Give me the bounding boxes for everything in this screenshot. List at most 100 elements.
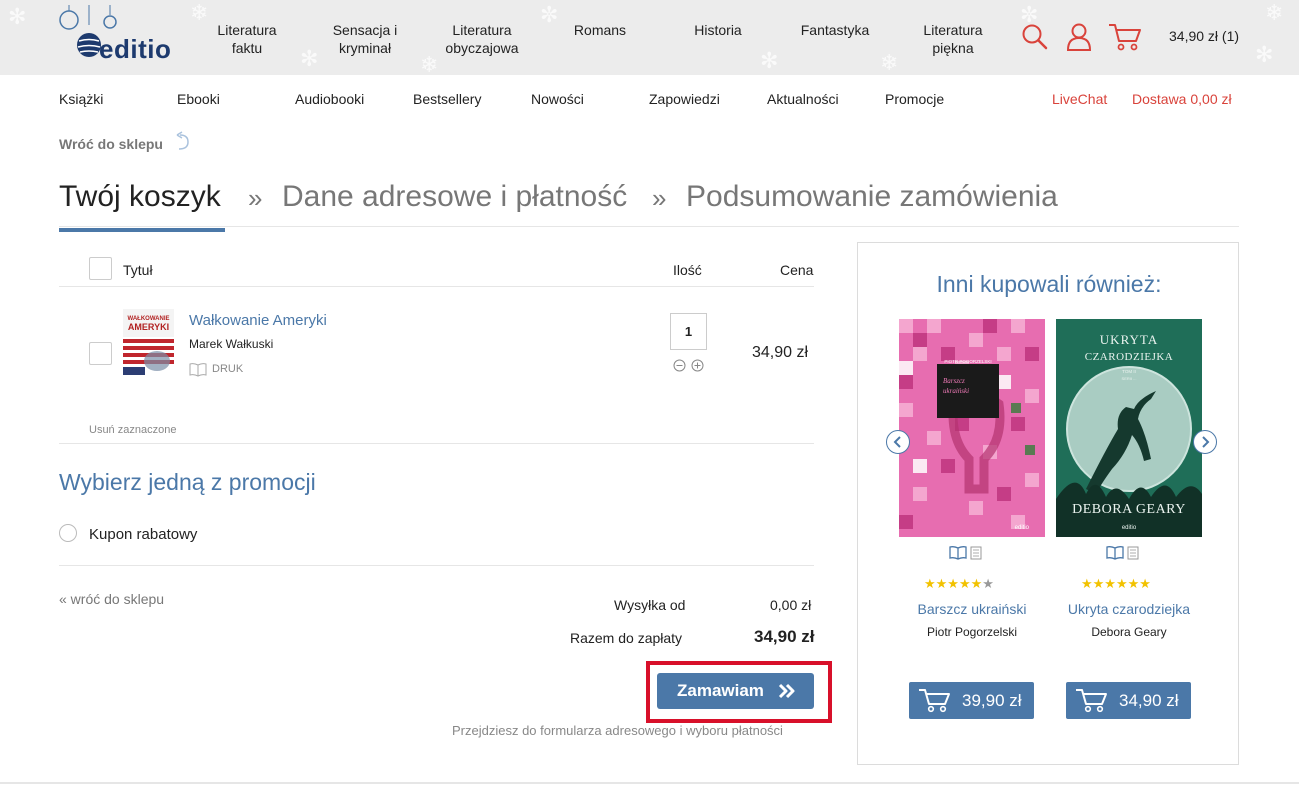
snowflake-decoration: ❄ [190, 0, 209, 25]
rec-author-2: Debora Geary [1091, 625, 1167, 639]
table-divider [59, 286, 814, 287]
step-separator: » [248, 183, 263, 213]
chevron-left-icon [893, 436, 901, 448]
snowflake-decoration: ❄ [420, 52, 439, 76]
section-divider [59, 565, 814, 566]
category-literatura-faktu[interactable]: Literatura faktu [210, 21, 284, 57]
category-label: Romans [573, 22, 627, 38]
nav-promocje[interactable]: Promocje [885, 91, 944, 107]
back-to-shop-link[interactable]: Wróć do sklepu [59, 136, 163, 152]
svg-text:SERII ...: SERII ... [1122, 376, 1137, 381]
nav-bestsellery[interactable]: Bestsellery [413, 91, 481, 107]
user-icon[interactable] [1066, 22, 1092, 52]
coupon-label[interactable]: Kupon rabatowy [89, 526, 197, 543]
book-cover-barszcz-ukrainski[interactable]: PIOTR POGORZELSKI Barszcz ukraiński edit… [899, 319, 1045, 537]
rec-author-1: Piotr Pogorzelski [926, 625, 1018, 639]
nav-audiobooki[interactable]: Audiobooki [295, 91, 364, 107]
cart-icon [919, 689, 950, 713]
category-romans[interactable]: Romans [565, 21, 635, 39]
rec-price-2: 34,90 zł [1119, 691, 1179, 710]
snowflake-decoration: ✻ [760, 48, 779, 73]
column-price: Cena [780, 262, 814, 278]
coupon-radio[interactable] [59, 524, 77, 542]
editio-logo[interactable]: editio [59, 5, 189, 65]
category-label: Literatura [452, 22, 512, 38]
category-label: obyczajowa [445, 40, 519, 56]
chevron-right-icon [1202, 436, 1210, 448]
svg-text:ukraiński: ukraiński [943, 387, 969, 395]
carousel-prev-button[interactable] [886, 430, 910, 454]
recommendations-heading: Inni kupowali również: [936, 271, 1162, 297]
category-label: faktu [231, 40, 263, 56]
double-chevron-right-icon [778, 683, 795, 699]
product-format: DRUK [212, 363, 244, 375]
minus-icon[interactable] [673, 359, 686, 372]
category-label: Fantastyka [800, 22, 870, 38]
nav-nowosci[interactable]: Nowości [531, 91, 584, 107]
svg-text:TOM II: TOM II [1122, 369, 1136, 374]
product-author: Marek Wałkuski [189, 337, 274, 351]
snowflake-decoration: ❄ [880, 50, 899, 75]
snowflake-decoration: ❄ [1265, 0, 1284, 25]
step-cart: Twój koszyk [59, 180, 221, 213]
category-fantastyka[interactable]: Fantastyka [795, 21, 875, 39]
rec-price-1: 39,90 zł [962, 691, 1022, 710]
product-title-link[interactable]: Wałkowanie Ameryki [189, 312, 327, 329]
category-literatura-piekna[interactable]: Literatura piękna [915, 21, 991, 57]
category-label: Literatura [217, 22, 277, 38]
plus-icon[interactable] [691, 359, 704, 372]
remove-selected-link[interactable]: Usuń zaznaczone [89, 424, 176, 436]
add-to-cart-button-2[interactable]: 34,90 zł [1066, 682, 1191, 719]
shipping-label: Wysyłka od [614, 597, 686, 613]
cart-summary[interactable]: 34,90 zł (1) [1169, 28, 1239, 44]
order-button[interactable]: Zamawiam [657, 673, 814, 709]
svg-text:Barszcz: Barszcz [943, 377, 965, 385]
snowflake-decoration: ✻ [300, 46, 319, 71]
format-icons-book-1 [949, 546, 982, 560]
book-cover-walkowanie-ameryki[interactable]: WAŁKOWANIE AMERYKI [123, 309, 174, 375]
nav-ksiazki[interactable]: Książki [59, 91, 103, 107]
steps-divider [59, 226, 1239, 227]
svg-text:editio: editio [1015, 525, 1030, 531]
category-sensacja-kryminal[interactable]: Sensacja i kryminał [325, 21, 405, 57]
book-cover-ukryta-czarodziejka[interactable]: UKRYTA CZARODZIEJKA TOM II SERII ... DEB… [1056, 319, 1202, 537]
delivery-info[interactable]: Dostawa 0,00 zł [1132, 91, 1232, 107]
nav-zapowiedzi[interactable]: Zapowiedzi [649, 91, 720, 107]
product-price: 34,90 zł [752, 344, 809, 361]
category-historia[interactable]: Historia [683, 21, 753, 39]
category-literatura-obyczajowa[interactable]: Literatura obyczajowa [440, 21, 524, 57]
back-to-shop-bottom-link[interactable]: « wróć do sklepu [59, 591, 164, 607]
step-address-payment: Dane adresowe i płatność [282, 180, 628, 213]
rating-stars-book-2: ★★★★★★ [1081, 576, 1151, 591]
nav-aktualnosci[interactable]: Aktualności [767, 91, 839, 107]
carousel-next-button[interactable] [1193, 430, 1217, 454]
livechat-link[interactable]: LiveChat [1052, 91, 1107, 107]
top-header: ✻ ✻ ✼ ✻ ✼ ✻ ❄ ❄ ❄ ❄ editio Literatura fa… [0, 0, 1299, 75]
snowflake-decoration: ✻ [8, 4, 27, 29]
svg-text:CZARODZIEJKA: CZARODZIEJKA [1085, 351, 1174, 363]
quantity-input[interactable]: 1 [670, 313, 707, 350]
section-divider [59, 443, 814, 444]
svg-text:UKRYTA: UKRYTA [1100, 332, 1158, 347]
search-icon[interactable] [1021, 23, 1049, 51]
category-label: kryminał [338, 40, 392, 56]
return-arrow-icon [176, 131, 189, 150]
item-checkbox[interactable] [89, 342, 112, 365]
cart-icon[interactable] [1108, 22, 1142, 52]
rating-stars-book-1: ★★★★★★ [924, 576, 994, 591]
svg-text:editio: editio [1122, 525, 1137, 531]
snowflake-decoration: ✻ [1255, 42, 1274, 67]
select-all-checkbox[interactable] [89, 257, 112, 280]
rec-title-link-2[interactable]: Ukryta czarodziejka [1056, 601, 1202, 617]
recommendations-panel: Inni kupowali również: PIOTR POGORZELSKI… [857, 242, 1239, 765]
category-label: Literatura [923, 22, 983, 38]
category-label: Sensacja i [332, 22, 398, 38]
nav-ebooki[interactable]: Ebooki [177, 91, 220, 107]
column-quantity: Ilość [673, 262, 702, 278]
add-to-cart-button-1[interactable]: 39,90 zł [909, 682, 1034, 719]
rec-title-link-1[interactable]: Barszcz ukraiński [899, 601, 1045, 617]
open-book-icon [189, 363, 207, 377]
format-icons-book-2 [1106, 546, 1139, 560]
category-label: Historia [694, 22, 742, 38]
step-separator: » [652, 183, 667, 213]
